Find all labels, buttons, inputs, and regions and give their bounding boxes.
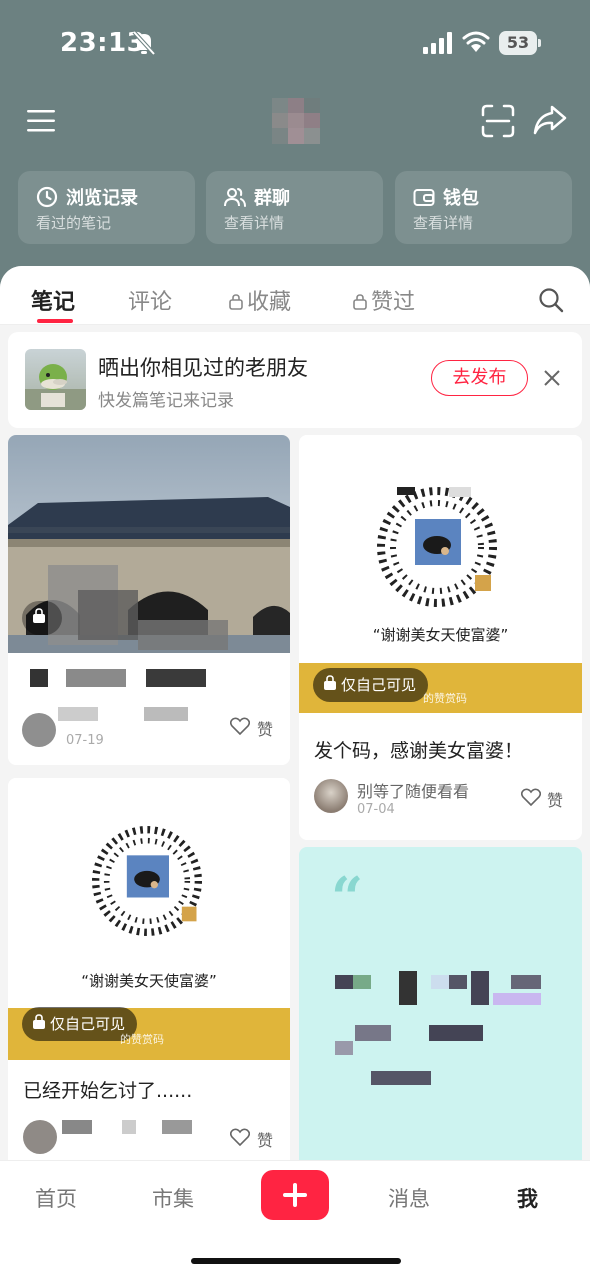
share-icon[interactable] xyxy=(532,104,568,136)
browse-history-card[interactable]: 浏览记录 看过的笔记 xyxy=(18,171,195,244)
battery-level: 53 xyxy=(499,31,537,55)
search-icon[interactable] xyxy=(538,287,564,313)
scan-icon[interactable] xyxy=(481,104,515,138)
note-title: 发个码，感谢美女富婆！ xyxy=(314,740,524,762)
browse-history-subtitle: 看过的笔记 xyxy=(36,214,112,232)
nav-home[interactable]: 首页 xyxy=(35,1183,77,1213)
banner-thumbnail xyxy=(25,349,86,410)
publish-prompt-banner: 晒出你相见过的老朋友 快发篇笔记来记录 去发布 xyxy=(8,332,582,428)
blurred-author xyxy=(62,1120,192,1134)
quote-mark: “ xyxy=(331,865,364,931)
note-date: 07-04 xyxy=(357,802,395,817)
qr-code-image xyxy=(377,487,497,607)
content-panel: 笔记 评论 收藏 赞过 晒出你相见过的老朋友 快发篇笔记来记录 去发布 07-1… xyxy=(0,266,590,1278)
author-avatar[interactable] xyxy=(22,713,56,747)
banner-title: 晒出你相见过的老朋友 xyxy=(98,356,308,380)
close-icon[interactable] xyxy=(543,369,561,387)
private-badge-label: 仅自己可见 xyxy=(50,1015,126,1033)
lock-icon xyxy=(33,1014,45,1029)
create-post-button[interactable] xyxy=(261,1170,329,1220)
home-indicator xyxy=(191,1258,401,1264)
tab-comments[interactable]: 评论 xyxy=(128,284,172,316)
like-label: 赞 xyxy=(547,791,564,810)
wallet-subtitle: 查看详情 xyxy=(413,214,474,232)
group-icon xyxy=(224,188,246,207)
status-bar: 23:13 53 xyxy=(0,0,590,88)
user-avatar[interactable] xyxy=(272,98,320,144)
signal-icon xyxy=(423,32,452,54)
publish-button[interactable]: 去发布 xyxy=(431,360,528,396)
group-chat-subtitle: 查看详情 xyxy=(224,214,285,232)
private-badge: 仅自己可见 xyxy=(313,668,429,702)
nav-me[interactable]: 我 xyxy=(517,1183,538,1213)
nav-market[interactable]: 市集 xyxy=(152,1183,194,1213)
blurred-author xyxy=(58,707,188,721)
lock-icon xyxy=(229,294,243,310)
wallet-icon xyxy=(413,189,435,206)
profile-header: 23:13 53 浏览记录 看过的笔记 群聊 查看详情 钱包 查看详情 xyxy=(0,0,590,300)
note-card-qr-right[interactable]: “谢谢美女天使富婆” 仅自己可见 的赞赏码 发个码，感谢美女富婆！ 别等了随便看… xyxy=(299,435,582,840)
profile-tabs: 笔记 评论 收藏 赞过 xyxy=(0,266,590,325)
lock-icon xyxy=(353,294,367,310)
tab-active-indicator xyxy=(37,319,73,323)
wallet-title: 钱包 xyxy=(443,188,479,209)
group-chat-title: 群聊 xyxy=(254,188,290,209)
author-name[interactable]: 别等了随便看看 xyxy=(357,778,469,802)
private-badge-label: 仅自己可见 xyxy=(341,676,417,694)
bell-muted-icon xyxy=(132,30,156,56)
heart-icon[interactable] xyxy=(521,788,541,806)
blurred-quote-text xyxy=(335,971,541,1085)
clock-icon xyxy=(36,186,58,208)
banner-subtitle: 快发篇笔记来记录 xyxy=(98,391,234,411)
reward-code-label: 的赞赏码 xyxy=(423,692,467,705)
note-card-qr-left[interactable]: “谢谢美女天使富婆” 仅自己可见 的赞赏码 已经开始乞讨了...... 赞 xyxy=(8,778,290,1178)
like-label: 赞 xyxy=(257,720,274,739)
bottom-navigation: 首页 市集 消息 我 xyxy=(0,1160,590,1278)
heart-icon[interactable] xyxy=(230,1128,250,1146)
tab-liked[interactable]: 赞过 xyxy=(353,284,415,316)
qr-caption: “谢谢美女天使富婆” xyxy=(372,626,509,644)
reward-code-label: 的赞赏码 xyxy=(120,1033,164,1046)
tab-liked-label: 赞过 xyxy=(371,290,416,315)
tab-collections[interactable]: 收藏 xyxy=(229,284,291,316)
author-avatar[interactable] xyxy=(23,1120,57,1154)
blurred-title xyxy=(30,669,206,687)
note-date: 07-19 xyxy=(66,733,104,748)
battery-icon: 53 xyxy=(499,31,541,55)
note-card-photo[interactable]: 07-19 赞 xyxy=(8,435,290,765)
menu-icon[interactable] xyxy=(27,108,57,134)
lock-icon xyxy=(324,675,336,690)
nav-messages[interactable]: 消息 xyxy=(388,1183,430,1213)
wifi-icon xyxy=(462,31,490,52)
battery-cap xyxy=(538,39,541,47)
browse-history-title: 浏览记录 xyxy=(66,188,138,209)
note-card-quote[interactable]: “ xyxy=(299,847,582,1187)
like-label: 赞 xyxy=(257,1131,274,1150)
note-title: 已经开始乞讨了...... xyxy=(23,1080,193,1102)
private-badge xyxy=(22,601,62,635)
author-avatar[interactable] xyxy=(314,779,348,813)
qr-code-image xyxy=(92,826,202,936)
group-chat-card[interactable]: 群聊 查看详情 xyxy=(206,171,383,244)
wallet-card[interactable]: 钱包 查看详情 xyxy=(395,171,572,244)
duck-mascot-image xyxy=(25,364,86,410)
heart-icon[interactable] xyxy=(230,717,250,735)
lock-icon xyxy=(33,608,45,623)
tab-collections-label: 收藏 xyxy=(247,290,292,315)
qr-caption: “谢谢美女天使富婆” xyxy=(81,972,217,990)
tab-notes[interactable]: 笔记 xyxy=(31,284,75,316)
